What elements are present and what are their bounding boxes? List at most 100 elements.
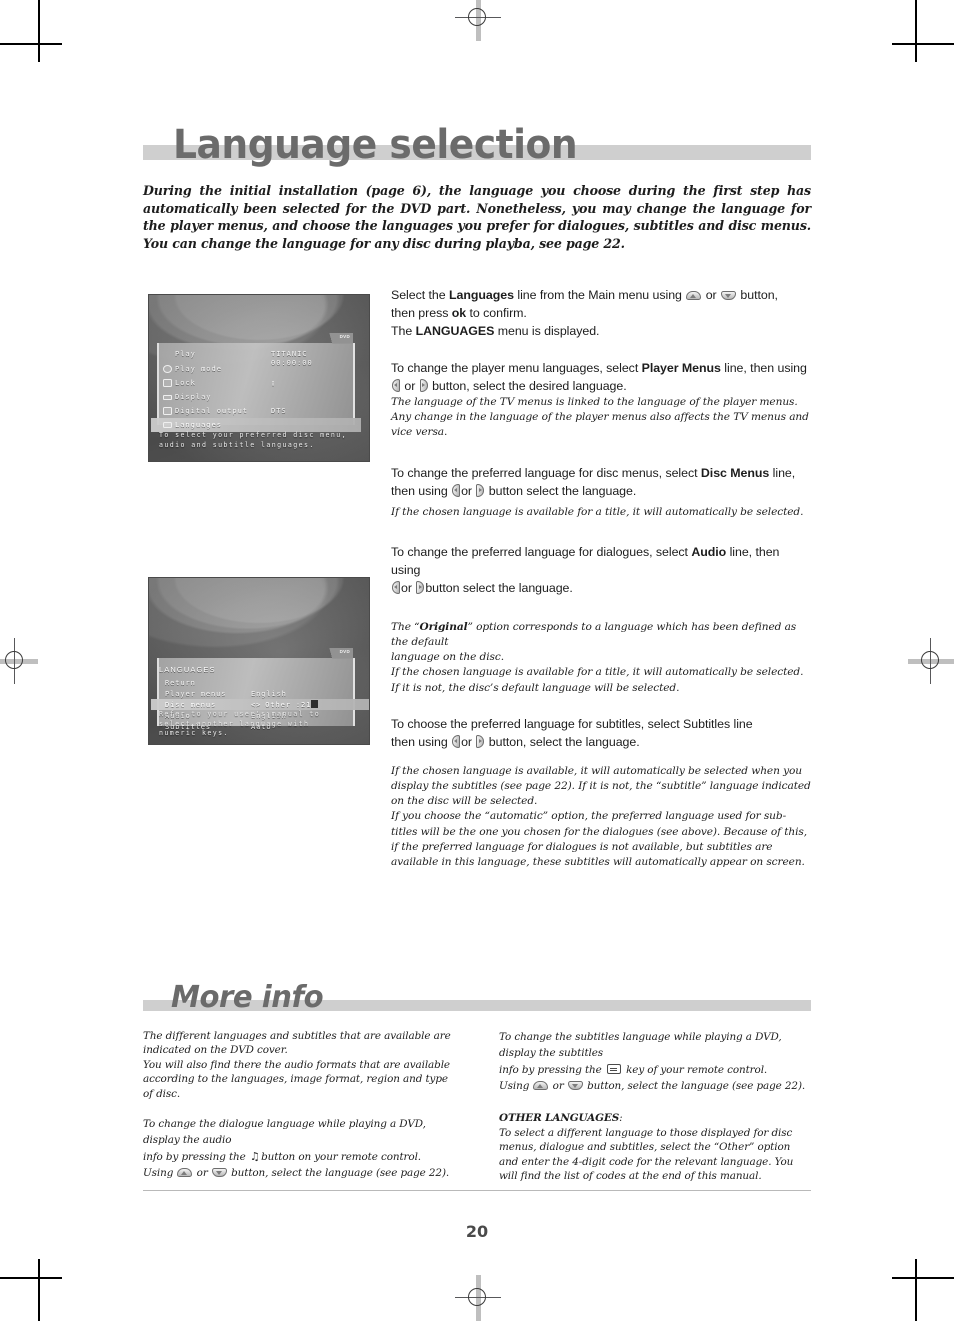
right-button-icon bbox=[476, 483, 485, 497]
caption-line-3: numeric keys. bbox=[159, 729, 229, 737]
txt: or bbox=[193, 1167, 211, 1180]
txt: then using bbox=[391, 483, 452, 498]
crop-mark-top-right-vertical bbox=[915, 0, 917, 62]
body-area: DVD Play TITANIC Play mode 00:00:00 Lock bbox=[143, 288, 811, 868]
right-button-icon bbox=[419, 379, 428, 392]
note-title-auto-select: If the chosen language is available for … bbox=[391, 666, 804, 679]
emph-original: Original bbox=[419, 620, 468, 633]
txt: info by pressing the bbox=[143, 1150, 249, 1163]
txt: or bbox=[702, 288, 720, 302]
menu-row-languages[interactable]: › Languages bbox=[151, 418, 361, 432]
footer-divider bbox=[143, 1190, 811, 1191]
txt: Using bbox=[143, 1167, 177, 1180]
instruction-select-languages: Select the Languages line from the Main … bbox=[391, 286, 811, 340]
screenshot-main-menu: DVD Play TITANIC Play mode 00:00:00 Lock bbox=[148, 294, 370, 462]
up-button-icon bbox=[177, 1168, 193, 1178]
txt: or bbox=[401, 580, 416, 595]
languages-row-value-wrap: <> Other :21 bbox=[251, 700, 369, 709]
crop-mark-bottom-left-horizontal bbox=[0, 1277, 62, 1279]
more-info-left-column: The different languages and subtitles th… bbox=[143, 1029, 455, 1184]
menu-row-label: Play mode bbox=[175, 365, 222, 373]
note-original-option: The “Original” option corresponds to a l… bbox=[391, 620, 811, 666]
instruction-subtitles: To choose the preferred language for sub… bbox=[391, 715, 811, 751]
languages-row-player-menus[interactable]: Player menus English bbox=[159, 688, 353, 699]
instruction-player-menus: To change the player menu languages, sel… bbox=[391, 359, 811, 395]
page-content: Language selection During the initial in… bbox=[143, 118, 811, 868]
menu-row-label: Lock bbox=[175, 379, 196, 387]
note-tv-menu-vice-versa: Any change in the language of the player… bbox=[391, 411, 809, 439]
registration-mark-left bbox=[0, 638, 38, 684]
txt: then using bbox=[391, 734, 452, 749]
menu-row-lock[interactable]: Lock ▯ bbox=[159, 376, 353, 390]
instructions-column: Select the Languages line from the Main … bbox=[391, 286, 811, 870]
more-info-right-p1: To change the subtitles language while p… bbox=[499, 1029, 811, 1095]
txt: line, then using bbox=[720, 361, 807, 375]
other-languages-heading: OTHER LANGUAGES bbox=[499, 1111, 620, 1124]
txt: line, bbox=[769, 465, 796, 480]
txt: To change the dialogue language while pl… bbox=[143, 1118, 426, 1147]
txt: indicated on the DVD cover. bbox=[143, 1044, 288, 1057]
osd-languages-caption: Refer to your user's manual to select an… bbox=[149, 710, 369, 739]
up-button-icon bbox=[686, 291, 702, 300]
more-info-columns: The different languages and subtitles th… bbox=[143, 1029, 811, 1184]
txt: To change the player menu languages, sel… bbox=[391, 361, 642, 375]
languages-row-disc-menus[interactable]: Disc menus <> Other :21 bbox=[151, 699, 369, 710]
languages-row-return[interactable]: Return bbox=[159, 677, 353, 688]
menu-row-play-mode[interactable]: Play mode 00:00:00 bbox=[159, 359, 353, 376]
txt: line from the Main menu using bbox=[513, 288, 686, 302]
txt: To choose the preferred language for sub… bbox=[391, 716, 753, 731]
menu-row-label: Languages bbox=[175, 421, 222, 429]
txt: The “ bbox=[391, 620, 420, 633]
digital-output-icon bbox=[159, 407, 175, 415]
menu-row-value: DTS bbox=[271, 407, 287, 415]
emph-player-menus: Player Menus bbox=[641, 361, 721, 375]
caption-line-2: select another language with bbox=[159, 719, 310, 728]
more-info-title: More info bbox=[171, 980, 324, 1015]
emph-languages-menu: LANGUAGES bbox=[415, 324, 495, 338]
more-info-right-column: To change the subtitles language while p… bbox=[499, 1029, 811, 1184]
lock-icon bbox=[159, 379, 175, 387]
txt: or bbox=[461, 483, 476, 498]
menu-row-digital-output[interactable]: Digital output DTS bbox=[159, 404, 353, 418]
right-button-icon bbox=[416, 580, 425, 594]
more-info-title-block: More info bbox=[143, 975, 811, 1017]
menu-row-display[interactable]: Display bbox=[159, 390, 353, 404]
txt: or bbox=[549, 1080, 567, 1093]
screenshot-languages-menu: DVD LANGUAGES Return Player menus Englis… bbox=[148, 577, 370, 745]
audio-button-icon bbox=[250, 1149, 260, 1165]
osd-languages-title: LANGUAGES bbox=[159, 664, 216, 674]
registration-circle bbox=[921, 651, 939, 669]
languages-row-label: Disc menus bbox=[165, 700, 217, 709]
txt: or bbox=[461, 734, 476, 749]
more-info-left-p2: To change the dialogue language while pl… bbox=[143, 1116, 455, 1182]
note-subtitle-availability: If the chosen language is available, it … bbox=[391, 764, 811, 808]
dvd-logo-tag: DVD bbox=[339, 649, 350, 654]
txt: The bbox=[391, 324, 416, 338]
txt: To change the subtitles language while p… bbox=[499, 1031, 782, 1060]
txt: info by pressing the bbox=[499, 1063, 605, 1076]
display-icon bbox=[159, 394, 175, 400]
left-right-arrows-icon: <> bbox=[251, 701, 262, 709]
txt: or bbox=[401, 379, 419, 393]
instruction-audio: To change the preferred language for dia… bbox=[391, 543, 811, 597]
down-button-icon bbox=[721, 291, 736, 300]
txt: button, select the language (see page 22… bbox=[583, 1080, 806, 1093]
caption-line-2: audio and subtitle languages. bbox=[159, 440, 315, 449]
txt: Using bbox=[499, 1080, 533, 1093]
txt: button select the language. bbox=[425, 580, 573, 595]
txt: according to the languages, image format… bbox=[143, 1073, 448, 1100]
registration-mark-right bbox=[908, 638, 954, 684]
down-button-icon bbox=[211, 1168, 227, 1178]
crop-mark-top-left-vertical bbox=[38, 0, 40, 62]
emph-disc-menus: Disc Menus bbox=[700, 465, 770, 480]
languages-row-label: Return bbox=[165, 678, 196, 687]
lock-state-glyph: ▯ bbox=[271, 379, 277, 387]
txt: To change the preferred language for dia… bbox=[391, 544, 692, 559]
page-title-block: Language selection bbox=[143, 118, 811, 168]
left-button-icon bbox=[392, 580, 400, 594]
languages-row-label: Player menus bbox=[165, 689, 227, 698]
